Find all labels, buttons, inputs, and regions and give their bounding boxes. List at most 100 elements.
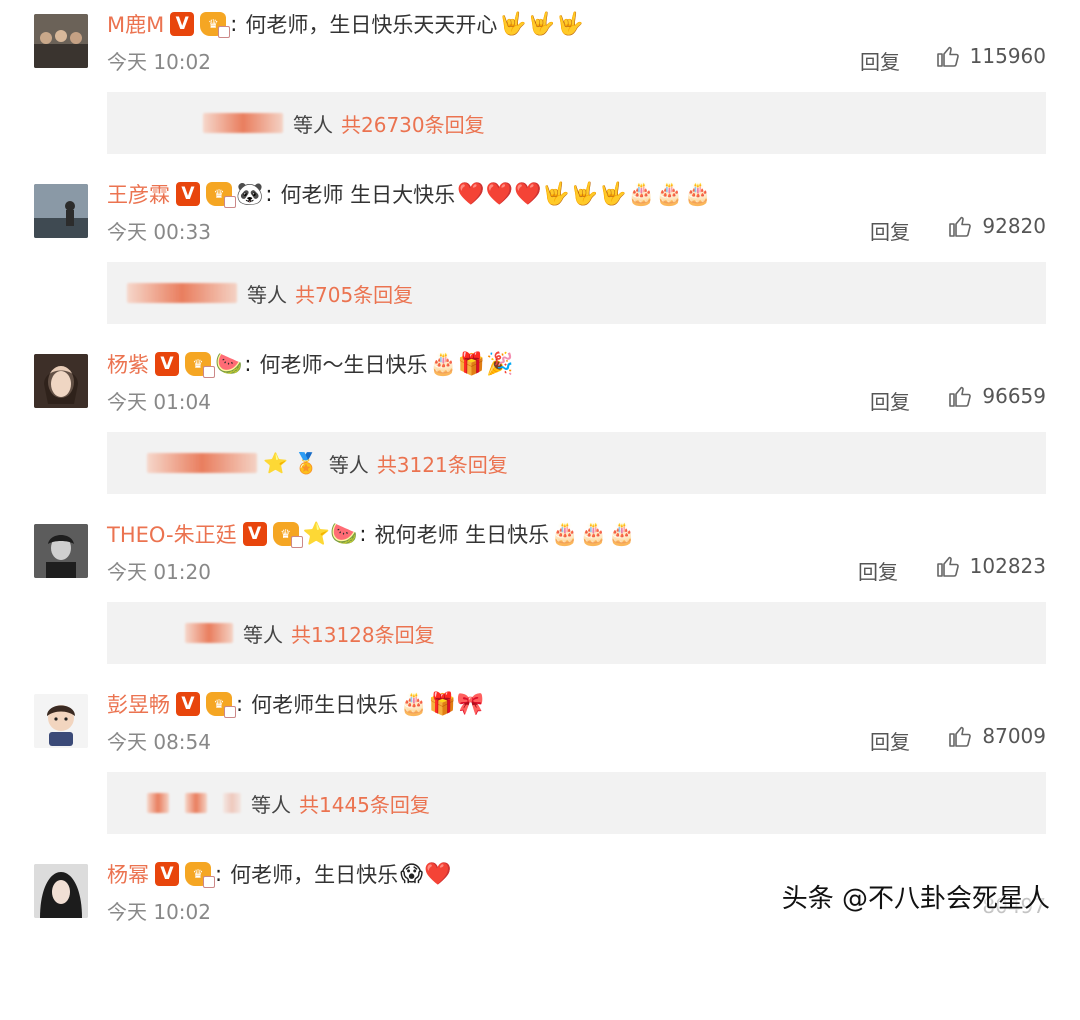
like-count: 96659 bbox=[982, 384, 1046, 408]
colon: : bbox=[244, 352, 252, 376]
avatar[interactable] bbox=[34, 524, 88, 578]
comment-text: 祝何老师 生日快乐 bbox=[374, 523, 550, 547]
thumbs-up-icon bbox=[949, 386, 972, 407]
username[interactable]: 彭昱畅 bbox=[107, 689, 170, 719]
like-button[interactable]: 87009 bbox=[948, 724, 1046, 748]
like-button[interactable]: 102823 bbox=[936, 554, 1046, 578]
silver-medal-icon: 🏅 bbox=[293, 451, 319, 475]
vip-crown-icon: ♛ bbox=[272, 522, 303, 548]
like-button[interactable]: 92820 bbox=[948, 214, 1046, 238]
blurred-name bbox=[127, 283, 237, 303]
avatar[interactable] bbox=[34, 184, 88, 238]
comment-time: 今天 10:02 bbox=[107, 900, 211, 924]
vip-crown-icon: ♛ bbox=[185, 352, 215, 378]
blurred-name bbox=[223, 793, 241, 813]
comment-text: 何老师，生日快乐 bbox=[230, 863, 399, 887]
username[interactable]: M鹿M bbox=[107, 9, 164, 39]
colon: : bbox=[215, 862, 223, 886]
comment-emoji: 😱❤️ bbox=[400, 861, 453, 887]
avatar[interactable] bbox=[34, 864, 88, 918]
verified-v-icon: V bbox=[155, 862, 179, 886]
avatar[interactable] bbox=[34, 694, 88, 748]
username[interactable]: 王彦霖 bbox=[107, 179, 170, 209]
vip-crown-icon: ♛ bbox=[206, 692, 236, 718]
comment-item: M鹿M V ♛ : 何老师，生日快乐天天开心 🤟🤟🤟 今天 10:02 回复 1… bbox=[0, 0, 1080, 170]
comment-item: 王彦霖 V ♛ 🐼 : 何老师 生日大快乐 ❤️❤️❤️🤟🤟🤟🎂🎂🎂 今天 00… bbox=[0, 170, 1080, 340]
comment-item: 彭昱畅 V ♛ : 何老师生日快乐 🎂🎁🎀 今天 08:54 回复 87009 … bbox=[0, 680, 1080, 850]
vip-crown-icon: ♛ bbox=[200, 12, 231, 38]
reply-summary[interactable]: 等人 共13128条回复 bbox=[107, 602, 1046, 664]
reply-button[interactable]: 回复 bbox=[870, 386, 910, 415]
colon: : bbox=[265, 182, 273, 206]
reply-deng: 等人 bbox=[243, 622, 283, 647]
comment-emoji: 🎂🎂🎂 bbox=[551, 521, 637, 547]
watermelon-badge-icon: 🍉 bbox=[215, 351, 243, 377]
colon: : bbox=[230, 12, 238, 36]
comment-item: THEO-朱正廷 V ♛ ⭐🍉 : 祝何老师 生日快乐 🎂🎂🎂 今天 01:20… bbox=[0, 510, 1080, 680]
reply-button[interactable]: 回复 bbox=[870, 726, 910, 755]
blurred-name bbox=[203, 113, 283, 133]
reply-total[interactable]: 共705条回复 bbox=[295, 279, 413, 308]
star-watermelon-badge-icon: ⭐🍉 bbox=[302, 521, 358, 547]
comment-time: 今天 01:04 bbox=[107, 390, 211, 414]
avatar[interactable] bbox=[34, 14, 88, 68]
comment-text: 何老师～生日快乐 bbox=[259, 353, 428, 377]
comment-emoji: 🤟🤟🤟 bbox=[499, 11, 585, 37]
username[interactable]: THEO-朱正廷 bbox=[107, 519, 237, 549]
avatar[interactable] bbox=[34, 354, 88, 408]
like-count: 102823 bbox=[969, 554, 1046, 578]
verified-v-icon: V bbox=[176, 182, 200, 206]
thumbs-up-icon bbox=[936, 46, 959, 67]
reply-button[interactable]: 回复 bbox=[858, 556, 898, 585]
comment-item: 杨幂 V ♛ : 何老师，生日快乐 😱❤️ 今天 10:02 80497 bbox=[0, 850, 1080, 1020]
colon: : bbox=[236, 692, 244, 716]
username[interactable]: 杨幂 bbox=[107, 859, 149, 889]
reply-button[interactable]: 回复 bbox=[860, 46, 900, 75]
reply-deng: 等人 bbox=[328, 452, 369, 477]
comment-time: 今天 08:54 bbox=[107, 730, 211, 754]
like-count: 87009 bbox=[982, 724, 1046, 748]
reply-deng: 等人 bbox=[251, 792, 291, 817]
reply-deng: 等人 bbox=[293, 112, 333, 137]
reply-summary[interactable]: 等人 共705条回复 bbox=[107, 262, 1046, 324]
blurred-name bbox=[147, 453, 257, 473]
verified-v-icon: V bbox=[155, 352, 179, 376]
comment-text: 何老师生日快乐 bbox=[251, 693, 399, 717]
reply-button[interactable]: 回复 bbox=[870, 216, 910, 245]
watermark: 头条 @不八卦会死星人 bbox=[781, 884, 1050, 914]
vip-crown-icon: ♛ bbox=[185, 862, 215, 888]
thumbs-up-icon bbox=[936, 556, 959, 577]
comment-time: 今天 01:20 bbox=[107, 560, 211, 584]
like-count: 115960 bbox=[969, 44, 1046, 68]
comment-text: 何老师，生日快乐天天开心 bbox=[245, 13, 498, 37]
vip-crown-icon: ♛ bbox=[206, 182, 236, 208]
reply-deng: 等人 bbox=[247, 282, 287, 307]
like-count: 92820 bbox=[982, 214, 1046, 238]
comment-text: 何老师 生日大快乐 bbox=[280, 183, 456, 207]
blurred-name bbox=[185, 793, 207, 813]
comment-emoji: 🎂🎁🎉 bbox=[429, 351, 515, 377]
username[interactable]: 杨紫 bbox=[107, 349, 149, 379]
reply-summary[interactable]: 等人 共1445条回复 bbox=[107, 772, 1046, 834]
comment-time: 今天 10:02 bbox=[107, 50, 211, 74]
verified-v-icon: V bbox=[242, 522, 267, 546]
reply-summary[interactable]: ⭐ 🏅 等人 共3121条回复 bbox=[107, 432, 1046, 494]
colon: : bbox=[359, 522, 367, 546]
comment-emoji: ❤️❤️❤️🤟🤟🤟🎂🎂🎂 bbox=[457, 181, 713, 207]
blurred-name bbox=[147, 793, 169, 813]
thumbs-up-icon bbox=[949, 726, 972, 747]
star-medal-icon: ⭐ bbox=[263, 451, 288, 475]
like-button[interactable]: 115960 bbox=[936, 44, 1046, 68]
blurred-name bbox=[185, 623, 233, 643]
reply-total[interactable]: 共26730条回复 bbox=[341, 109, 485, 138]
thumbs-up-icon bbox=[949, 216, 972, 237]
like-button[interactable]: 96659 bbox=[948, 384, 1046, 408]
reply-total[interactable]: 共13128条回复 bbox=[291, 619, 435, 648]
comment-emoji: 🎂🎁🎀 bbox=[400, 691, 486, 717]
comment-item: 杨紫 V ♛ 🍉 : 何老师～生日快乐 🎂🎁🎉 今天 01:04 回复 9665… bbox=[0, 340, 1080, 510]
verified-v-icon: V bbox=[170, 12, 195, 36]
reply-total[interactable]: 共1445条回复 bbox=[299, 789, 430, 818]
reply-total[interactable]: 共3121条回复 bbox=[377, 449, 508, 478]
reply-summary[interactable]: 等人 共26730条回复 bbox=[107, 92, 1046, 154]
comment-time: 今天 00:33 bbox=[107, 220, 211, 244]
